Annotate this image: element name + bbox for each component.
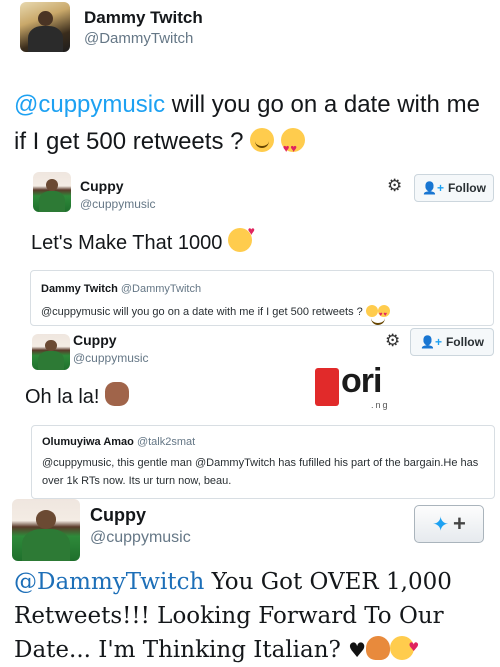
quoted-author-handle: @talk2smat bbox=[136, 436, 196, 448]
follow-button[interactable]: ✦ + bbox=[414, 505, 484, 543]
heart-eyes-icon bbox=[377, 305, 390, 324]
spaghetti-icon bbox=[366, 636, 391, 660]
black-heart-icon: ♥ bbox=[348, 638, 367, 662]
quoted-author-name: Dammy Twitch bbox=[41, 283, 118, 295]
avatar[interactable] bbox=[12, 499, 80, 561]
author-handle[interactable]: @DammyTwitch bbox=[84, 30, 193, 47]
tweet-dammy: Dammy Twitch @DammyTwitch @cuppymusic wi… bbox=[0, 0, 500, 170]
add-user-icon: 👤+ bbox=[420, 335, 442, 349]
author-name[interactable]: Cuppy bbox=[80, 178, 124, 194]
twitter-bird-icon: ✦ bbox=[432, 513, 449, 536]
author-handle[interactable]: @cuppymusic bbox=[80, 197, 156, 211]
author-handle[interactable]: @cuppymusic bbox=[90, 529, 191, 547]
logo-sub: .ng bbox=[371, 400, 390, 410]
smiling-face-icon bbox=[365, 305, 385, 325]
mention-link[interactable]: @cuppymusic bbox=[14, 91, 165, 118]
tweet-body: Oh la la! bbox=[25, 386, 100, 408]
quoted-tweet[interactable]: Dammy Twitch @DammyTwitch @cuppymusic wi… bbox=[30, 270, 494, 326]
quoted-author-handle: @DammyTwitch bbox=[120, 283, 202, 295]
tweet-cuppy-3: Cuppy @cuppymusic ✦ + @DammyTwitch You G… bbox=[0, 497, 500, 667]
avatar[interactable] bbox=[32, 334, 70, 370]
tweet-cuppy-2: Cuppy @cuppymusic ⚙ 👤+ Follow Oh la la! … bbox=[0, 328, 500, 500]
heart-eyes-icon bbox=[280, 128, 305, 168]
watermark-logo: ori .ng bbox=[315, 362, 395, 412]
author-name[interactable]: Cuppy bbox=[90, 505, 146, 526]
see-no-evil-monkey-icon bbox=[105, 382, 130, 406]
follow-button[interactable]: 👤+ Follow bbox=[414, 174, 494, 202]
author-name[interactable]: Dammy Twitch bbox=[84, 8, 203, 28]
tweet-text: Oh la la! bbox=[25, 382, 130, 409]
gear-icon[interactable]: ⚙ bbox=[385, 331, 400, 351]
logo-word: ori bbox=[341, 362, 382, 400]
quoted-text: @cuppymusic will you go on a date with m… bbox=[41, 303, 481, 325]
quoted-author-name: Olumuyiwa Amao bbox=[42, 436, 134, 448]
follow-button[interactable]: 👤+ Follow bbox=[410, 328, 494, 356]
mention-link[interactable]: @DammyTwitch bbox=[14, 569, 204, 595]
face-blowing-kiss-icon bbox=[227, 224, 255, 252]
follow-label: Follow bbox=[445, 335, 484, 349]
tweet-body: Let's Make That 1000 bbox=[31, 232, 223, 254]
tweet-text: Let's Make That 1000 bbox=[31, 224, 255, 255]
kissing-face-icon bbox=[390, 630, 419, 664]
quoted-tweet[interactable]: Olumuyiwa Amao @talk2smat @cuppymusic, t… bbox=[31, 425, 495, 499]
quoted-author: Dammy Twitch @DammyTwitch bbox=[41, 283, 201, 295]
logo-mark bbox=[315, 368, 339, 406]
smiling-face-icon bbox=[250, 128, 275, 152]
quoted-body: @cuppymusic will you go on a date with m… bbox=[41, 306, 363, 318]
author-name[interactable]: Cuppy bbox=[73, 332, 117, 348]
plus-icon: + bbox=[452, 511, 466, 536]
add-user-icon: 👤+ bbox=[422, 181, 444, 195]
avatar[interactable] bbox=[33, 172, 71, 212]
quoted-body: @cuppymusic, this gentle man @DammyTwitc… bbox=[42, 457, 479, 487]
tweet-cuppy-1: Cuppy @cuppymusic ⚙ 👤+ Follow Let's Make… bbox=[0, 170, 500, 330]
follow-label: Follow bbox=[447, 181, 486, 195]
author-handle[interactable]: @cuppymusic bbox=[73, 351, 149, 365]
tweet-text: @DammyTwitch You Got OVER 1,000 Retweets… bbox=[14, 565, 494, 667]
tweet-text: @cuppymusic will you go on a date with m… bbox=[14, 86, 492, 168]
quoted-author: Olumuyiwa Amao @talk2smat bbox=[42, 436, 195, 448]
gear-icon[interactable]: ⚙ bbox=[387, 176, 402, 196]
avatar[interactable] bbox=[20, 2, 70, 52]
